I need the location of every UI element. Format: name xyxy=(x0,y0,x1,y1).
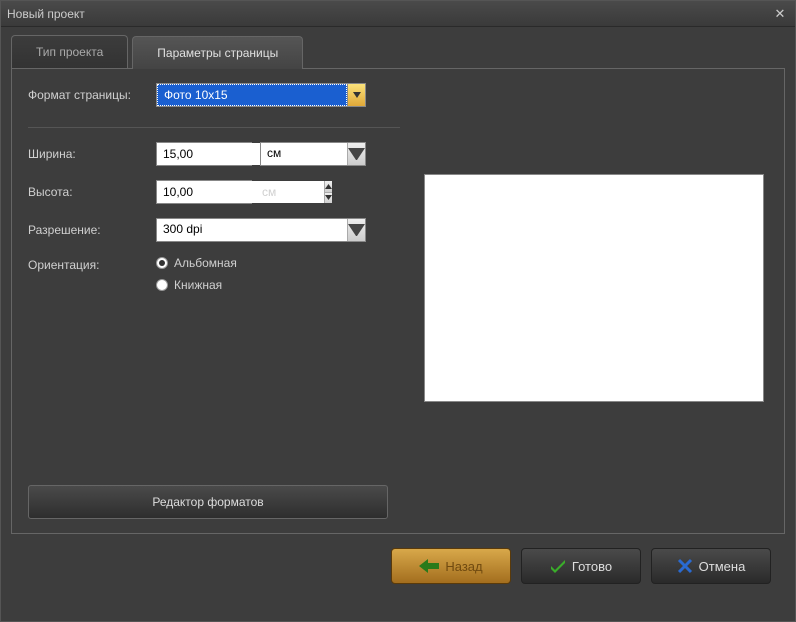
spinner-up-icon[interactable] xyxy=(325,181,332,193)
chevron-down-icon[interactable] xyxy=(347,219,365,241)
radio-portrait-label: Книжная xyxy=(174,278,222,292)
tab-project-type[interactable]: Тип проекта xyxy=(11,35,128,68)
label-orientation: Ориентация: xyxy=(28,256,156,272)
label-resolution: Разрешение: xyxy=(28,223,156,237)
titlebar: Новый проект ✕ xyxy=(1,1,795,27)
row-resolution: Разрешение: 300 dpi xyxy=(28,218,400,242)
radio-icon xyxy=(156,279,168,291)
check-icon xyxy=(550,559,566,573)
done-button[interactable]: Готово xyxy=(521,548,641,584)
row-orientation: Ориентация: Альбомная Книжная xyxy=(28,256,400,292)
tab-panel: Формат страницы: Фото 10х15 Ширина: xyxy=(11,68,785,534)
width-unit-select[interactable]: см xyxy=(260,142,366,166)
page-format-value: Фото 10х15 xyxy=(157,84,347,106)
window-title: Новый проект xyxy=(7,7,771,21)
radio-landscape-label: Альбомная xyxy=(174,256,237,270)
cancel-label: Отмена xyxy=(699,559,746,574)
row-format: Формат страницы: Фото 10х15 xyxy=(28,83,400,107)
radio-portrait[interactable]: Книжная xyxy=(156,278,237,292)
window-body: Тип проекта Параметры страницы Формат ст… xyxy=(1,27,795,584)
chevron-down-icon[interactable] xyxy=(347,84,365,106)
height-spinner[interactable] xyxy=(156,180,252,204)
label-width: Ширина: xyxy=(28,147,156,161)
form-column: Формат страницы: Фото 10х15 Ширина: xyxy=(28,83,400,519)
resolution-select[interactable]: 300 dpi xyxy=(156,218,366,242)
cross-icon xyxy=(677,558,693,574)
resolution-value: 300 dpi xyxy=(157,219,347,241)
format-editor-button[interactable]: Редактор форматов xyxy=(28,485,388,519)
footer: Назад Готово Отмена xyxy=(11,534,785,584)
width-spinner[interactable] xyxy=(156,142,252,166)
width-unit-value: см xyxy=(261,143,347,165)
back-button[interactable]: Назад xyxy=(391,548,511,584)
height-input[interactable] xyxy=(157,181,324,203)
cancel-button[interactable]: Отмена xyxy=(651,548,771,584)
label-format: Формат страницы: xyxy=(28,88,156,102)
row-height: Высота: см xyxy=(28,180,400,204)
done-label: Готово xyxy=(572,559,612,574)
back-label: Назад xyxy=(445,559,482,574)
close-icon[interactable]: ✕ xyxy=(771,6,789,22)
chevron-down-icon[interactable] xyxy=(347,143,365,165)
label-height: Высота: xyxy=(28,185,156,199)
preview-canvas xyxy=(424,174,764,402)
orientation-group: Альбомная Книжная xyxy=(156,256,237,292)
tab-page-params[interactable]: Параметры страницы xyxy=(132,36,303,69)
divider xyxy=(28,127,400,128)
row-width: Ширина: см xyxy=(28,142,400,166)
radio-icon xyxy=(156,257,168,269)
arrow-left-icon xyxy=(419,559,439,573)
radio-landscape[interactable]: Альбомная xyxy=(156,256,237,270)
page-format-select[interactable]: Фото 10х15 xyxy=(156,83,366,107)
height-unit: см xyxy=(262,185,276,199)
spinner-down-icon[interactable] xyxy=(325,193,332,204)
tabs-row: Тип проекта Параметры страницы xyxy=(11,35,785,68)
